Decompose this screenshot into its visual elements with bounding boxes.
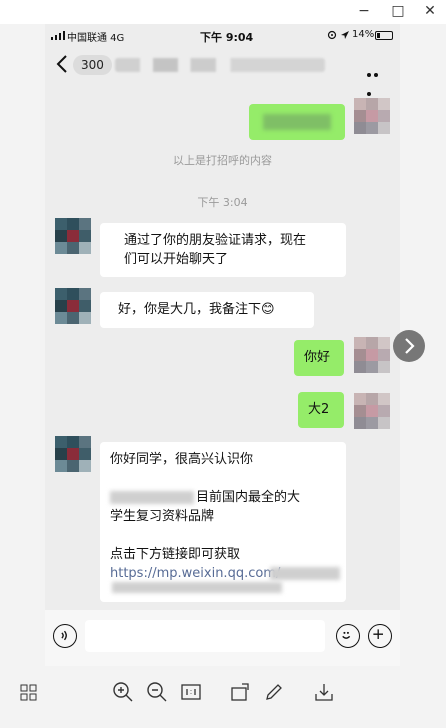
chevron-left-icon[interactable] (53, 53, 73, 75)
redacted-text (110, 491, 194, 504)
message-text: 好，你是大几，我备注下😊 (118, 302, 275, 317)
message-text: 你好 (304, 350, 331, 365)
message-bubble-incoming: 好，你是大几，我备注下😊 (100, 292, 314, 328)
minimize-button[interactable]: − (356, 3, 372, 19)
edit-pencil-icon[interactable] (262, 680, 286, 704)
rotate-icon[interactable] (228, 680, 252, 704)
message-line: 们可以开始聊天了 (124, 252, 229, 267)
contact-name-redacted (115, 58, 325, 72)
zoom-out-icon[interactable] (145, 680, 169, 704)
avatar-self[interactable] (354, 337, 390, 373)
close-button[interactable]: ✕ (422, 3, 438, 19)
navigation-arrow-icon (341, 31, 349, 39)
message-line: 通过了你的朋友验证请求，现在 (124, 233, 307, 248)
status-time: 下午 9:04 (200, 31, 254, 44)
message-line: 学生复习资料品牌 (110, 509, 215, 524)
actual-size-icon[interactable] (179, 680, 203, 704)
carrier-label: 中国联通 4G (67, 33, 125, 44)
battery-percent: 14% (352, 29, 375, 40)
redacted-text (263, 114, 331, 130)
forward-arrow-icon[interactable] (393, 330, 425, 362)
thumbnails-grid-icon[interactable] (17, 680, 41, 704)
emoji-icon[interactable] (336, 624, 360, 648)
maximize-button[interactable]: □ (390, 3, 406, 19)
avatar-self[interactable] (354, 98, 390, 134)
avatar-contact[interactable] (55, 288, 91, 324)
message-text: 大2 (308, 402, 330, 417)
message-bubble-outgoing: 你好 (294, 340, 344, 376)
redacted-text (270, 567, 340, 580)
message-input[interactable] (85, 620, 325, 652)
redacted-text (112, 582, 282, 593)
plus-icon[interactable] (368, 624, 392, 648)
avatar-contact[interactable] (55, 218, 91, 254)
more-dots-icon[interactable] (367, 62, 387, 96)
system-note: 以上是打招呼的内容 (173, 154, 272, 167)
message-bubble-incoming: 你好同学，很高兴认识你 目前国内最全的大 学生复习资料品牌 点击下方链接即可获取… (100, 442, 346, 602)
message-bubble-outgoing: 大2 (298, 392, 344, 428)
location-icon (327, 30, 337, 40)
message-link[interactable]: https://mp.weixin.qq.com/ (110, 566, 280, 581)
voice-icon[interactable] (53, 624, 77, 648)
message-bubble-outgoing (249, 104, 345, 140)
viewer-title-bar: − □ ✕ (0, 0, 446, 24)
message-cta: 点击下方链接即可获取 (110, 547, 241, 562)
message-line: 目前国内最全的大 (110, 488, 336, 507)
signal-icon (51, 31, 65, 40)
message-greeting: 你好同学，很高兴认识你 (110, 452, 254, 467)
zoom-in-icon[interactable] (111, 680, 135, 704)
download-icon[interactable] (312, 680, 336, 704)
chat-timestamp: 下午 3:04 (197, 196, 248, 209)
unread-count-badge[interactable]: 300 (73, 55, 112, 75)
status-bar: 中国联通 4G 下午 9:04 14% (45, 24, 400, 46)
message-bubble-incoming: 通过了你的朋友验证请求，现在 们可以开始聊天了 (100, 223, 346, 277)
avatar-contact[interactable] (55, 436, 91, 472)
phone-screenshot: 中国联通 4G 下午 9:04 14% 300 以上是打招呼的内容 下午 3:0… (45, 24, 400, 666)
battery-icon (375, 31, 393, 40)
chat-header: 300 (45, 46, 400, 96)
viewer-toolbar (0, 666, 446, 728)
chat-input-bar (45, 610, 400, 666)
avatar-self[interactable] (354, 393, 390, 429)
